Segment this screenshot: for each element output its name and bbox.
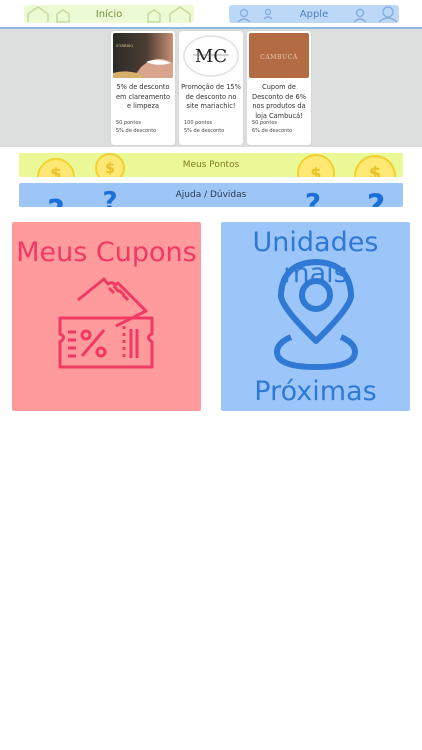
coupons-carousel[interactable]: SORRISO 5% de desconto em clareamento e …	[0, 29, 422, 147]
coupon-discount: 6% de desconto	[252, 128, 293, 134]
coupon-title: Cupom de Desconto de 6% nos produtos da …	[252, 83, 306, 120]
home-button[interactable]: Início	[24, 5, 194, 23]
coupon-brand: MC	[195, 46, 227, 67]
svg-text:?: ?	[102, 187, 117, 207]
help-button[interactable]: ? ? ? ? Ajuda / Dúvidas	[19, 183, 403, 207]
my-points-label: Meus Pontos	[182, 160, 240, 170]
coupon-title: Promoção de 15% de desconto no site mari…	[181, 83, 241, 111]
coupon-discount: 5% de desconto	[184, 128, 225, 134]
coupon-brand: CAMBUCÁ	[260, 54, 298, 61]
svg-text:?: ?	[47, 194, 64, 207]
help-label: Ajuda / Dúvidas	[175, 190, 247, 200]
coupon-card[interactable]: MC Promoção de 15% de desconto no site m…	[179, 31, 243, 145]
nearby-units-button[interactable]: Unidades mais Próximas	[221, 222, 410, 411]
svg-text:$: $	[105, 161, 115, 177]
coupon-card[interactable]: CAMBUCÁ Cupom de Desconto de 6% nos prod…	[247, 31, 311, 145]
coupon-title: 5% de desconto em clareamento e limpeza	[115, 83, 170, 111]
coupon-card[interactable]: SORRISO 5% de desconto em clareamento e …	[111, 31, 175, 145]
svg-text:$: $	[369, 163, 382, 177]
my-coupons-title: Meus Cupons	[16, 237, 197, 268]
coupon-image: CAMBUCÁ	[249, 33, 309, 78]
coupon-points: 100 pontos	[184, 120, 213, 126]
my-coupons-button[interactable]: Meus Cupons	[12, 222, 201, 411]
user-label: Apple	[299, 8, 329, 20]
map-pin-icon	[274, 259, 358, 370]
coupon-points: 50 pontos	[116, 120, 141, 126]
svg-text:$: $	[50, 164, 61, 177]
coupon-discount: 5% de desconto	[116, 128, 157, 134]
coupon-brand: SORRISO	[116, 44, 133, 48]
home-label: Início	[95, 8, 123, 20]
coupon-image: MC	[181, 33, 241, 78]
coupon-image: SORRISO	[113, 33, 173, 78]
top-bar: Início Apple	[0, 0, 422, 29]
svg-text:$: $	[310, 164, 321, 177]
ticket-icon	[58, 277, 154, 369]
profile-button[interactable]: Apple	[229, 5, 399, 23]
coupon-points: 50 pontos	[252, 120, 277, 126]
nearby-units-subtitle: Próximas	[254, 376, 377, 407]
my-points-button[interactable]: $ $ $ $ Meus Pontos	[19, 153, 403, 177]
svg-text:?: ?	[305, 187, 321, 207]
svg-text:?: ?	[367, 187, 386, 207]
